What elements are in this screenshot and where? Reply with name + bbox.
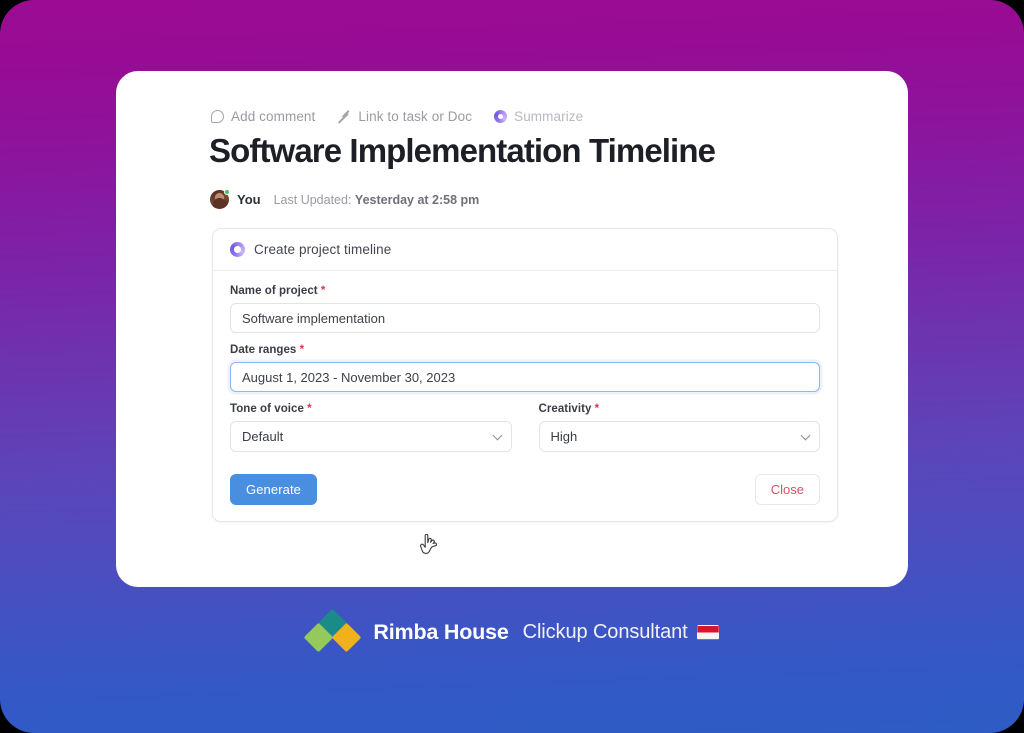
field-date-ranges: Date ranges * <box>230 344 820 392</box>
brand-tagline: Clickup Consultant <box>523 621 719 644</box>
required-marker: * <box>299 344 305 356</box>
indonesia-flag-icon <box>696 624 719 640</box>
summarize-button[interactable]: Summarize <box>494 109 583 124</box>
required-marker: * <box>307 403 312 415</box>
link-to-task-label: Link to task or Doc <box>358 109 473 124</box>
creativity-label: Creativity * <box>539 403 821 415</box>
document-panel: Add comment Link to task or Doc Summariz… <box>116 71 908 587</box>
ai-card-title: Create project timeline <box>254 242 392 257</box>
project-name-label-text: Name of project <box>230 285 318 297</box>
link-to-task-button[interactable]: Link to task or Doc <box>337 109 472 124</box>
creativity-value: High <box>550 429 578 444</box>
add-comment-button[interactable]: Add comment <box>211 109 315 124</box>
footer-branding: Rimba House Clickup Consultant <box>0 608 1024 653</box>
field-tone-of-voice: Tone of voice * Default <box>230 403 512 452</box>
last-updated-value: Yesterday at 2:58 pm <box>354 192 480 207</box>
generate-button[interactable]: Generate <box>230 474 318 505</box>
ai-card-header: Create project timeline <box>213 229 837 271</box>
ai-sparkle-icon <box>494 110 508 123</box>
required-marker: * <box>594 403 600 415</box>
ai-form-card: Create project timeline Name of project … <box>212 228 838 522</box>
mouse-cursor-pointer-icon <box>420 534 437 554</box>
online-status-dot <box>224 189 230 195</box>
ai-card-actions: Generate Close <box>230 474 820 505</box>
ai-card-body: Name of project * Date ranges * <box>213 271 837 521</box>
last-updated: Last Updated: Yesterday at 2:58 pm <box>274 193 480 207</box>
date-ranges-input[interactable] <box>230 362 820 392</box>
required-marker: * <box>320 285 326 297</box>
byline: You Last Updated: Yesterday at 2:58 pm <box>210 189 480 209</box>
rimba-house-logo-icon <box>304 608 362 653</box>
creativity-label-text: Creativity <box>538 403 592 415</box>
add-comment-label: Add comment <box>231 109 316 124</box>
creativity-select[interactable]: High <box>538 421 820 452</box>
page-title: Software Implementation Timeline <box>209 132 716 169</box>
field-project-name: Name of project * <box>230 285 820 333</box>
project-name-input[interactable] <box>230 303 820 333</box>
tone-of-voice-value: Default <box>242 429 284 444</box>
gradient-backdrop: Add comment Link to task or Doc Summariz… <box>0 0 1024 733</box>
project-name-label: Name of project * <box>230 285 820 297</box>
author-name: You <box>237 192 261 207</box>
document-toolbar: Add comment Link to task or Doc Summariz… <box>211 109 583 124</box>
field-creativity: Creativity * High <box>538 403 821 452</box>
avatar <box>210 189 230 209</box>
summarize-label: Summarize <box>514 109 584 124</box>
date-ranges-label: Date ranges * <box>230 344 820 356</box>
select-row: Tone of voice * Default Creativity * Hig… <box>230 403 820 461</box>
close-button[interactable]: Close <box>754 474 820 505</box>
brand-name: Rimba House <box>373 619 509 644</box>
last-updated-prefix: Last Updated: <box>273 192 352 207</box>
ai-sparkle-icon <box>230 242 245 257</box>
tone-of-voice-select[interactable]: Default <box>230 421 512 452</box>
date-ranges-label-text: Date ranges <box>230 344 297 356</box>
tone-of-voice-label-text: Tone of voice <box>230 403 304 415</box>
tagline-text: Clickup Consultant <box>522 620 688 643</box>
link-icon <box>337 110 351 124</box>
creativity-select-wrap: High <box>538 421 820 452</box>
tone-of-voice-select-wrap: Default <box>230 421 512 452</box>
tone-of-voice-label: Tone of voice * <box>230 403 512 415</box>
comment-icon <box>211 110 224 123</box>
